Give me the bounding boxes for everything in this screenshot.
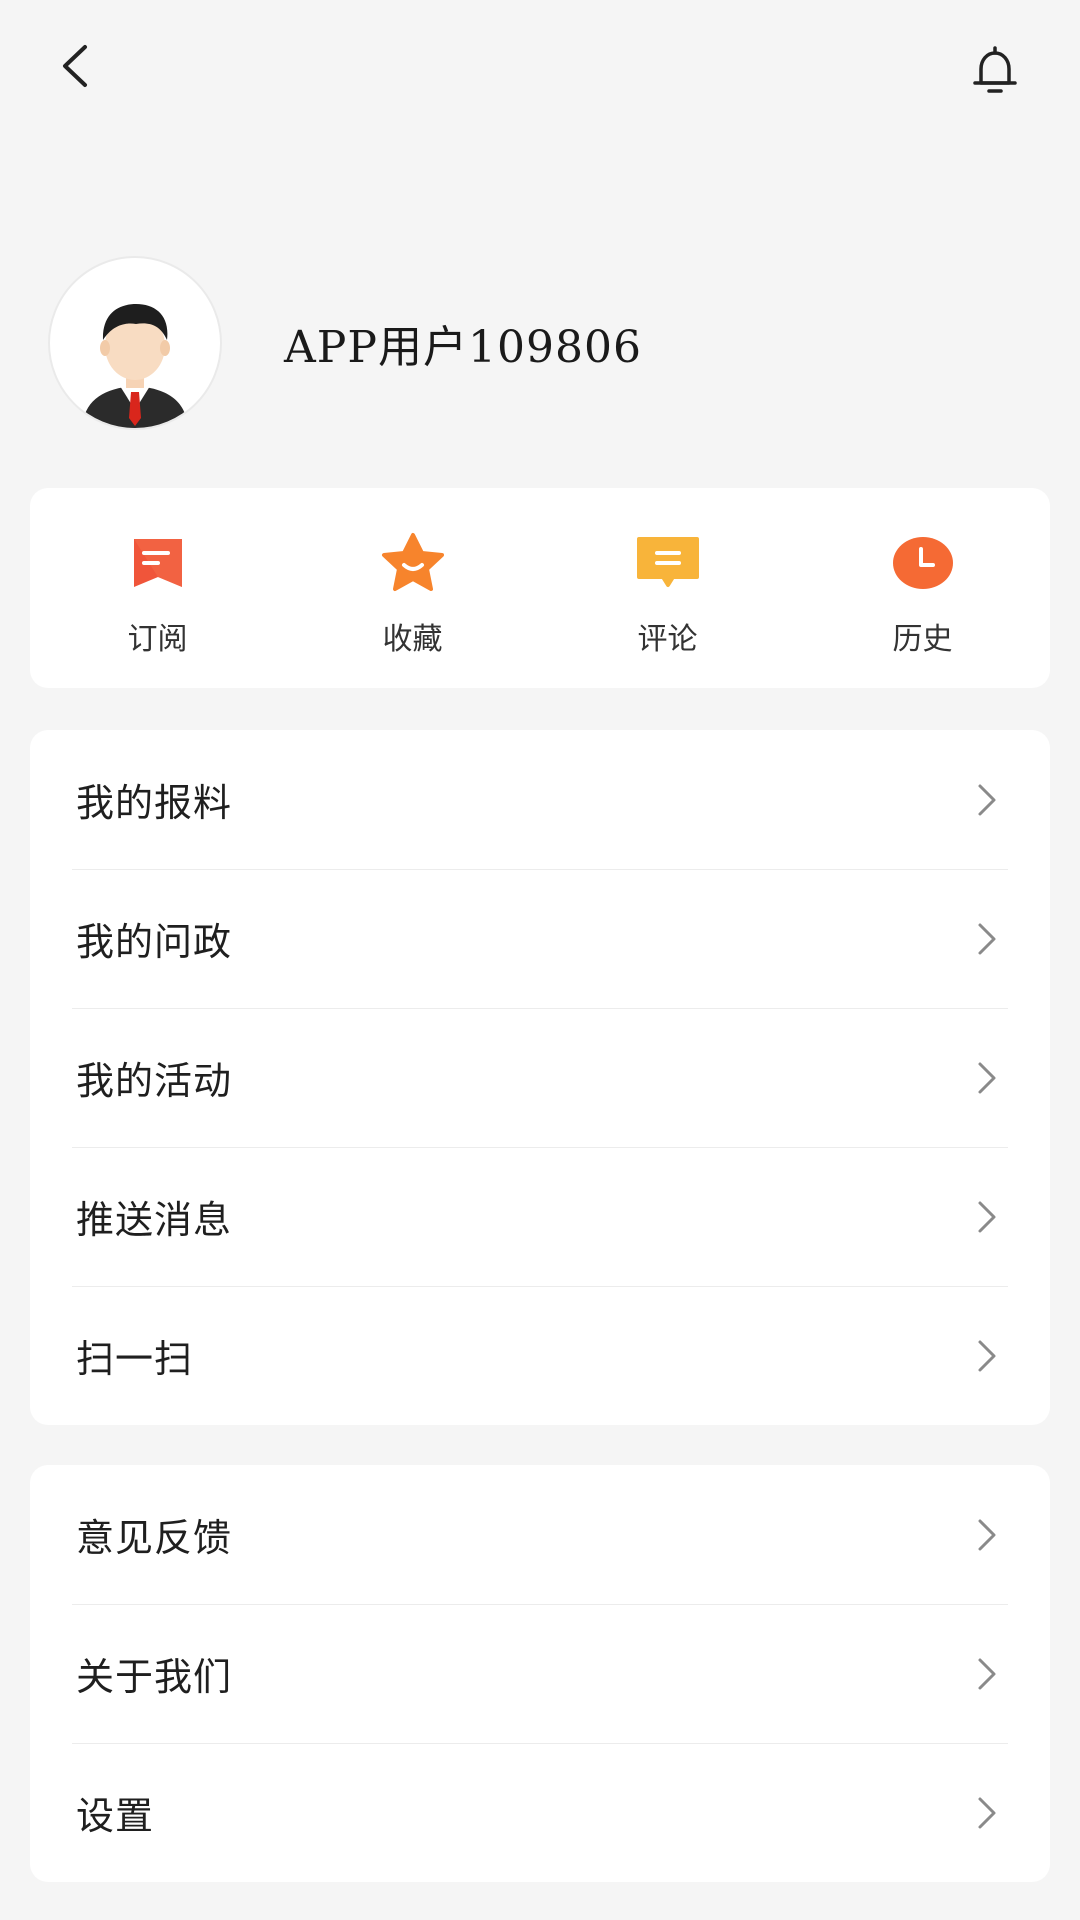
- menu-item-label: 我的活动: [76, 1059, 233, 1103]
- quick-action-label: 评论: [637, 622, 698, 657]
- quick-action-comment[interactable]: 评论: [540, 488, 795, 688]
- quick-action-history[interactable]: 历史: [795, 488, 1050, 688]
- menu-item-label: 我的问政: [76, 920, 233, 964]
- menu-item-label: 我的报料: [76, 781, 233, 825]
- menu-item-scan[interactable]: 扫一扫: [30, 1286, 1050, 1425]
- user-avatar-icon: [82, 304, 188, 428]
- quick-action-favorite[interactable]: 收藏: [285, 488, 540, 688]
- quick-action-label: 收藏: [382, 622, 443, 657]
- menu-item-label: 设置: [76, 1794, 155, 1838]
- menu-item-my-activities[interactable]: 我的活动: [30, 1008, 1050, 1147]
- menu-item-about-us[interactable]: 关于我们: [30, 1604, 1050, 1743]
- chevron-right-icon: [978, 1340, 996, 1371]
- menu-item-feedback[interactable]: 意见反馈: [30, 1465, 1050, 1604]
- menu-item-settings[interactable]: 设置: [30, 1743, 1050, 1882]
- back-button[interactable]: [44, 36, 104, 96]
- menu-item-label: 扫一扫: [76, 1337, 194, 1381]
- quick-action-subscribe[interactable]: 订阅: [30, 488, 285, 688]
- comment-icon: [636, 537, 699, 587]
- chevron-right-icon: [978, 1797, 996, 1828]
- username: APP用户109806: [284, 322, 642, 373]
- menu-item-label: 意见反馈: [76, 1516, 233, 1560]
- menu-item-label: 关于我们: [76, 1655, 233, 1699]
- chevron-right-icon: [978, 923, 996, 954]
- chevron-right-icon: [978, 784, 996, 815]
- chevron-right-icon: [978, 1519, 996, 1550]
- quick-actions-card: 订阅 收藏 评论 历史: [30, 488, 1050, 688]
- chevron-left-icon: [63, 45, 87, 87]
- chevron-right-icon: [978, 1062, 996, 1093]
- bell-icon: [973, 46, 1017, 93]
- chevron-right-icon: [978, 1201, 996, 1232]
- notification-button[interactable]: [960, 36, 1030, 106]
- menu-item-push-messages[interactable]: 推送消息: [30, 1147, 1050, 1286]
- avatar[interactable]: [48, 256, 222, 430]
- menu-group-secondary: 意见反馈 关于我们 设置: [30, 1465, 1050, 1882]
- menu-item-my-inquiries[interactable]: 我的问政: [30, 869, 1050, 1008]
- quick-action-label: 订阅: [127, 622, 188, 657]
- menu-group-primary: 我的报料 我的问政 我的活动 推送消息 扫一扫: [30, 730, 1050, 1425]
- profile-header: APP用户109806: [48, 256, 642, 430]
- menu-item-my-reports[interactable]: 我的报料: [30, 730, 1050, 869]
- quick-action-label: 历史: [892, 622, 953, 657]
- star-icon: [381, 533, 444, 591]
- top-bar: [0, 0, 1080, 140]
- menu-item-label: 推送消息: [76, 1198, 233, 1242]
- clock-icon: [892, 537, 953, 589]
- subscribe-icon: [133, 539, 182, 587]
- chevron-right-icon: [978, 1658, 996, 1689]
